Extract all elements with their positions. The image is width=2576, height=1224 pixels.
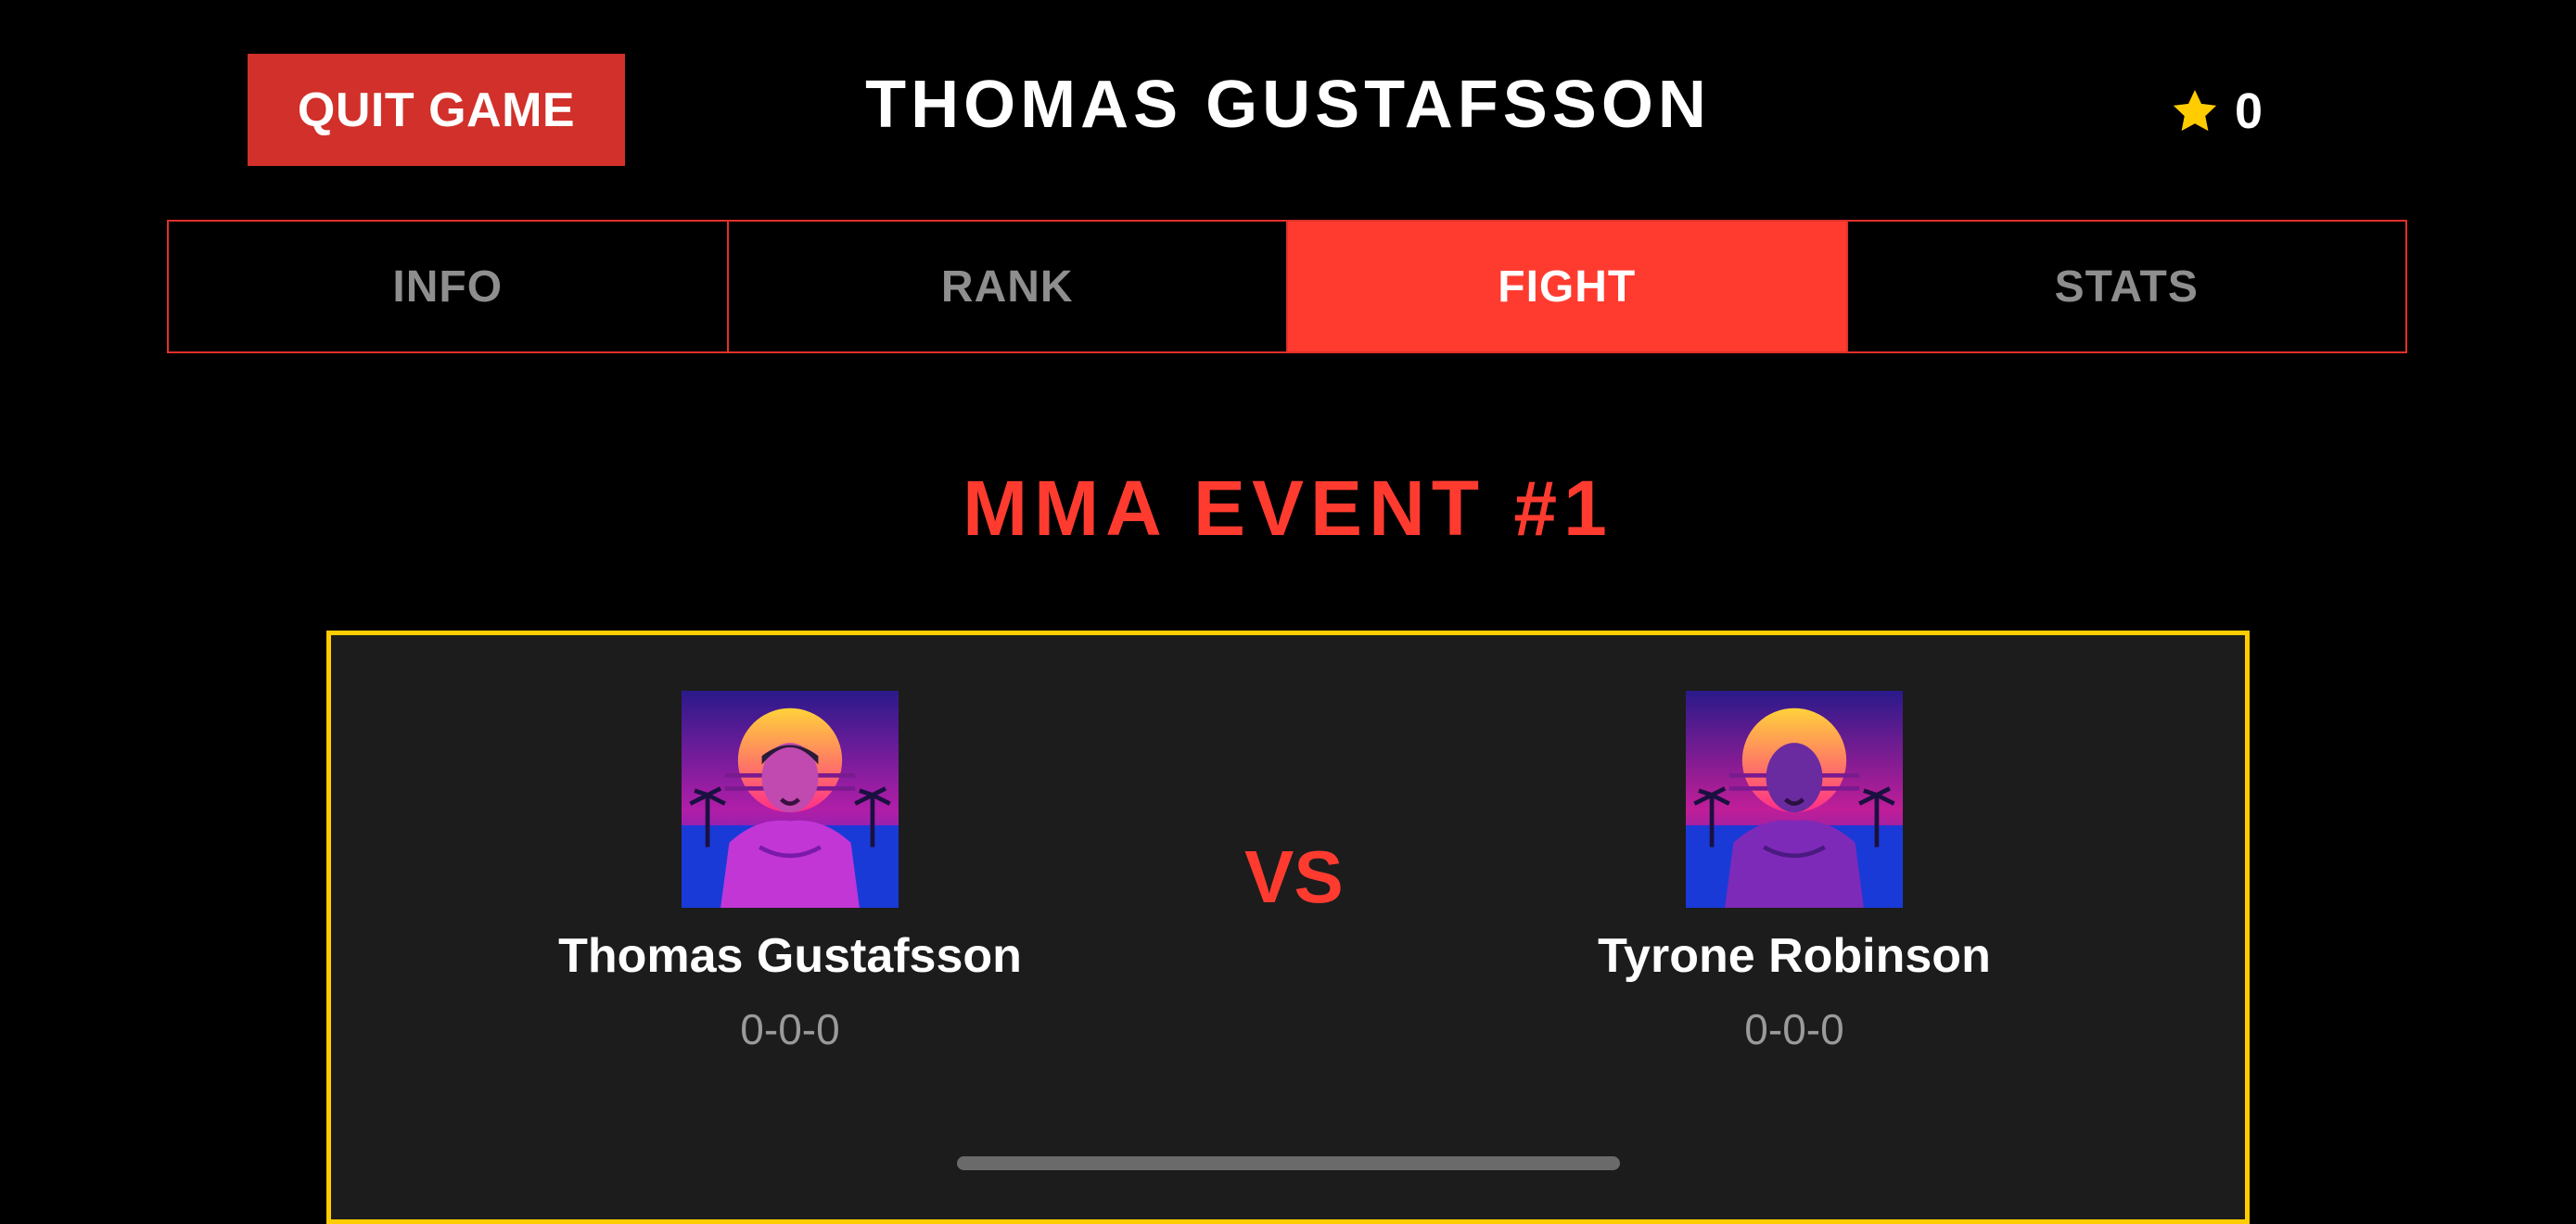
fighter-card-right: Tyrone Robinson 0-0-0 [1470, 691, 2119, 1054]
fighter-name: Tyrone Robinson [1598, 929, 1991, 983]
tab-info[interactable]: INFO [169, 222, 729, 351]
tab-fight[interactable]: FIGHT [1288, 222, 1848, 351]
star-icon [2173, 90, 2217, 132]
event-title: MMA EVENT #1 [963, 465, 1613, 552]
fighter-record: 0-0-0 [740, 1005, 840, 1053]
home-indicator[interactable] [957, 1156, 1620, 1170]
score-display: 0 [2170, 78, 2263, 145]
fighter-name: Thomas Gustafsson [558, 929, 1022, 983]
score-value: 0 [2235, 83, 2264, 139]
fighter-portrait-image [682, 691, 899, 908]
tab-bar: INFO RANK FIGHT STATS [167, 220, 2407, 353]
tab-stats[interactable]: STATS [1848, 222, 2406, 351]
fighter-record: 0-0-0 [1744, 1005, 1844, 1053]
vs-label: VS [1244, 835, 1344, 918]
fighter-portrait-image [1686, 691, 1903, 908]
fighter-card-left: Thomas Gustafsson 0-0-0 [465, 691, 1115, 1054]
match-card[interactable]: Thomas Gustafsson 0-0-0 VS Tyrone Robins… [326, 631, 2250, 1224]
tab-rank[interactable]: RANK [729, 222, 1288, 351]
